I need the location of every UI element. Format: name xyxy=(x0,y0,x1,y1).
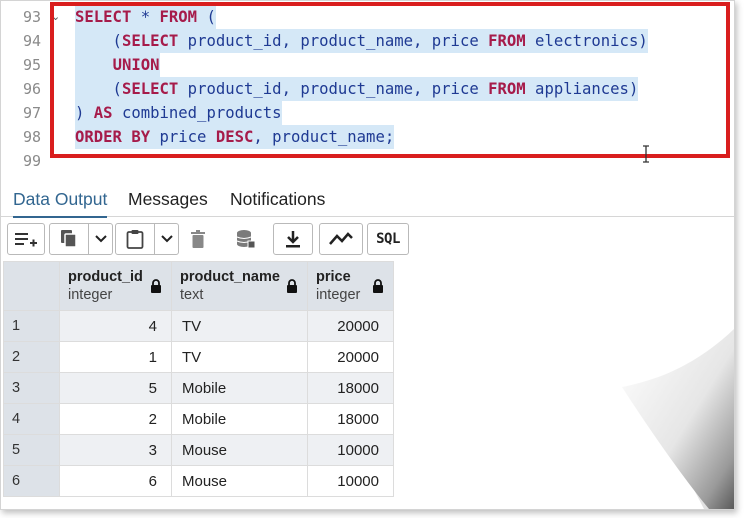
line-number: 95 xyxy=(22,56,41,74)
column-header[interactable]: price integer xyxy=(307,261,394,311)
copy-button[interactable] xyxy=(50,224,88,254)
cell-product-id[interactable]: 3 xyxy=(59,434,172,466)
row-number-header[interactable] xyxy=(3,261,60,311)
tab-notifications[interactable]: Notifications xyxy=(230,181,325,217)
cell-product-name[interactable]: Mobile xyxy=(171,372,308,404)
lock-icon xyxy=(287,279,297,293)
table-row[interactable]: 5 3 Mouse 10000 xyxy=(3,434,394,466)
highlight-box xyxy=(50,2,730,158)
chevron-down-icon xyxy=(161,235,173,243)
table-row[interactable]: 6 6 Mouse 10000 xyxy=(3,465,394,497)
cell-price[interactable]: 20000 xyxy=(307,310,394,342)
row-number[interactable]: 3 xyxy=(3,372,60,404)
copy-icon xyxy=(61,230,77,248)
cell-product-id[interactable]: 4 xyxy=(59,310,172,342)
graph-visualiser-button[interactable] xyxy=(319,223,363,255)
paste-group xyxy=(115,223,179,255)
lock-icon xyxy=(151,279,161,293)
database-save-icon xyxy=(236,230,256,249)
cell-product-name[interactable]: Mouse xyxy=(171,434,308,466)
download-icon xyxy=(286,231,300,248)
cell-product-id[interactable]: 2 xyxy=(59,403,172,435)
save-data-button[interactable] xyxy=(225,223,267,255)
cell-price[interactable]: 18000 xyxy=(307,403,394,435)
row-number[interactable]: 2 xyxy=(3,341,60,373)
line-number: 99 xyxy=(22,152,41,170)
copy-group xyxy=(49,223,113,255)
sql-button[interactable]: SQL xyxy=(367,223,409,255)
row-number[interactable]: 4 xyxy=(3,403,60,435)
delete-row-button[interactable] xyxy=(181,223,215,255)
cell-price[interactable]: 10000 xyxy=(307,465,394,497)
sql-editor[interactable]: 93 ⌄ SELECT * FROM ( 94 (SELECT product_… xyxy=(1,1,734,179)
column-header[interactable]: product_id integer xyxy=(59,261,172,311)
chevron-down-icon xyxy=(95,235,107,243)
cell-price[interactable]: 20000 xyxy=(307,341,394,373)
result-toolbar: SQL xyxy=(1,219,734,259)
data-grid: product_id integer product_name text pri… xyxy=(3,261,394,497)
cell-product-id[interactable]: 5 xyxy=(59,372,172,404)
row-number[interactable]: 6 xyxy=(3,465,60,497)
line-number: 94 xyxy=(22,32,41,50)
line-number: 98 xyxy=(22,128,41,146)
table-row[interactable]: 3 5 Mobile 18000 xyxy=(3,372,394,404)
line-chart-icon xyxy=(329,232,353,245)
table-row[interactable]: 2 1 TV 20000 xyxy=(3,341,394,373)
page-curl-decoration xyxy=(524,299,734,509)
add-row-button[interactable] xyxy=(7,223,45,255)
add-row-icon xyxy=(15,233,37,247)
line-number: 96 xyxy=(22,80,41,98)
cell-product-id[interactable]: 1 xyxy=(59,341,172,373)
line-number: 93 xyxy=(22,8,41,26)
results-table: product_id integer product_name text pri… xyxy=(3,261,394,497)
download-button[interactable] xyxy=(273,223,313,255)
screenshot-frame: 93 ⌄ SELECT * FROM ( 94 (SELECT product_… xyxy=(0,0,735,510)
trash-icon xyxy=(191,230,205,248)
table-row[interactable]: 1 4 TV 20000 xyxy=(3,310,394,342)
copy-options-dropdown[interactable] xyxy=(89,224,113,254)
sql-label: SQL xyxy=(376,231,400,247)
line-number: 97 xyxy=(22,104,41,122)
row-number[interactable]: 1 xyxy=(3,310,60,342)
result-tabs: Data Output Messages Notifications xyxy=(1,181,734,218)
text-cursor-icon xyxy=(643,145,649,163)
cell-product-name[interactable]: TV xyxy=(171,310,308,342)
tab-messages[interactable]: Messages xyxy=(128,181,208,217)
cell-price[interactable]: 18000 xyxy=(307,372,394,404)
lock-icon xyxy=(373,279,383,293)
paste-icon xyxy=(126,230,144,249)
column-header[interactable]: product_name text xyxy=(171,261,308,311)
paste-options-dropdown[interactable] xyxy=(155,224,179,254)
cell-product-id[interactable]: 6 xyxy=(59,465,172,497)
cell-product-name[interactable]: TV xyxy=(171,341,308,373)
row-number[interactable]: 5 xyxy=(3,434,60,466)
cell-price[interactable]: 10000 xyxy=(307,434,394,466)
table-row[interactable]: 4 2 Mobile 18000 xyxy=(3,403,394,435)
cell-product-name[interactable]: Mobile xyxy=(171,403,308,435)
paste-button[interactable] xyxy=(116,224,154,254)
tab-data-output[interactable]: Data Output xyxy=(13,181,108,218)
cell-product-name[interactable]: Mouse xyxy=(171,465,308,497)
